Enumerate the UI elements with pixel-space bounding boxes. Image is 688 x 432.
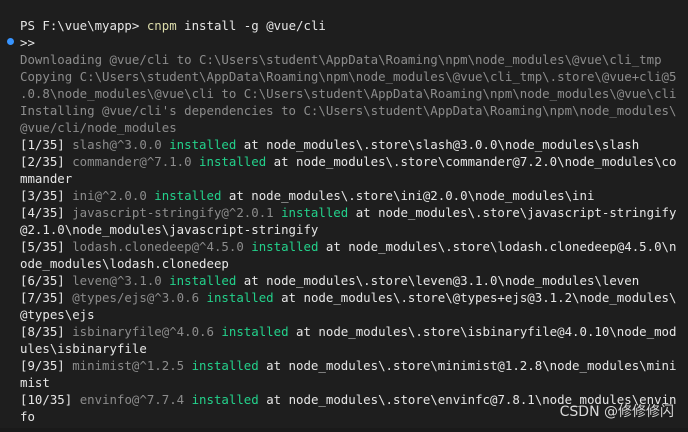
status-edge	[0, 428, 688, 432]
install-path: at node_modules\.store\@types+ejs@3.1.2\…	[273, 290, 677, 305]
output-line: @vue/cli/node_modules	[20, 120, 177, 135]
install-counter: [2/35]	[20, 154, 73, 169]
install-line: [7/35] @types/ejs@^3.0.6 installed at no…	[20, 289, 676, 306]
output-line: .0.8\node_modules\@vue\cli to C:\Users\s…	[20, 86, 677, 101]
package-spec: lodash.clonedeep@^4.5.0	[72, 239, 252, 254]
install-path-wrap: @2.1.0\node_modules\javascript-stringify	[20, 222, 319, 237]
install-counter: [3/35]	[20, 188, 73, 203]
continuation-prompt: >>	[20, 35, 35, 50]
install-path: at node_modules\.store\ini@2.0.0\node_mo…	[221, 188, 595, 203]
install-counter: [1/35]	[20, 137, 73, 152]
install-path: at node_modules\.store\commander@7.2.0\n…	[266, 154, 677, 169]
installed-status: installed	[206, 290, 274, 305]
package-spec: envinfo@^7.7.4	[79, 392, 192, 407]
install-path: at node_modules\.store\javascript-string…	[348, 205, 677, 220]
install-path: at node_modules\.store\minimist@1.2.8\no…	[258, 358, 677, 373]
installed-status: installed	[169, 137, 237, 152]
install-path-wrap: mist	[20, 375, 50, 390]
install-line: [2/35] commander@^7.1.0 installed at nod…	[20, 153, 676, 170]
install-path: at node_modules\.store\lodash.clonedeep@…	[318, 239, 677, 254]
install-line: [8/35] isbinaryfile@^4.0.6 installed at …	[20, 323, 676, 340]
package-spec: ini@^2.0.0	[72, 188, 155, 203]
install-counter: [10/35]	[20, 392, 80, 407]
install-counter: [4/35]	[20, 205, 73, 220]
install-path: at node_modules\.store\leven@3.1.0\node_…	[236, 273, 640, 288]
install-path-wrap: ode_modules\lodash.clonedeep	[20, 256, 229, 271]
command-args: install -g @vue/cli	[176, 18, 326, 33]
package-spec: isbinaryfile@^4.0.6	[72, 324, 222, 339]
install-path-wrap: fo	[20, 409, 35, 424]
install-line: [5/35] lodash.clonedeep@^4.5.0 installed…	[20, 238, 676, 255]
command-name: cnpm	[146, 18, 177, 33]
package-spec: leven@^3.1.0	[72, 273, 170, 288]
installed-status: installed	[251, 239, 319, 254]
install-line: [3/35] ini@^2.0.0 installed at node_modu…	[20, 187, 594, 204]
installed-status: installed	[169, 273, 237, 288]
install-path-wrap: mmander	[20, 171, 73, 186]
prompt-path: PS F:\vue\myapp>	[20, 18, 147, 33]
installed-status: installed	[191, 392, 259, 407]
install-path: at node_modules\.store\slash@3.0.0\node_…	[236, 137, 640, 152]
install-line: [6/35] leven@^3.1.0 installed at node_mo…	[20, 272, 639, 289]
install-counter: [9/35]	[20, 358, 73, 373]
output-line: Copying C:\Users\student\AppData\Roaming…	[20, 69, 677, 84]
install-counter: [5/35]	[20, 239, 73, 254]
package-spec: commander@^7.1.0	[72, 154, 200, 169]
terminal-panel[interactable]: PS F:\vue\myapp> cnpm install -g @vue/cl…	[0, 0, 688, 432]
install-counter: [8/35]	[20, 324, 73, 339]
package-spec: javascript-stringify@^2.0.1	[72, 205, 282, 220]
output-line: Downloading @vue/cli to C:\Users\student…	[20, 52, 662, 67]
install-path: at node_modules\.store\isbinaryfile@4.0.…	[288, 324, 677, 339]
prompt-line: PS F:\vue\myapp> cnpm install -g @vue/cl…	[20, 17, 326, 34]
installed-status: installed	[221, 324, 289, 339]
output-line: Installing @vue/cli's dependencies to C:…	[20, 103, 677, 118]
command-decoration-icon[interactable]	[7, 38, 14, 45]
installed-status: installed	[199, 154, 267, 169]
install-path-wrap: @types\ejs	[20, 307, 95, 322]
install-line: [4/35] javascript-stringify@^2.0.1 insta…	[20, 204, 676, 221]
install-counter: [7/35]	[20, 290, 73, 305]
package-spec: @types/ejs@^3.0.6	[72, 290, 207, 305]
install-counter: [6/35]	[20, 273, 73, 288]
install-line: [9/35] minimist@^1.2.5 installed at node…	[20, 357, 676, 374]
installed-status: installed	[154, 188, 222, 203]
package-spec: slash@^3.0.0	[72, 137, 170, 152]
package-spec: minimist@^1.2.5	[72, 358, 192, 373]
install-path-wrap: ules\isbinaryfile	[20, 341, 147, 356]
installed-status: installed	[281, 205, 349, 220]
installed-status: installed	[191, 358, 259, 373]
watermark: CSDN @修修修闪	[559, 404, 674, 420]
install-line: [1/35] slash@^3.0.0 installed at node_mo…	[20, 136, 639, 153]
